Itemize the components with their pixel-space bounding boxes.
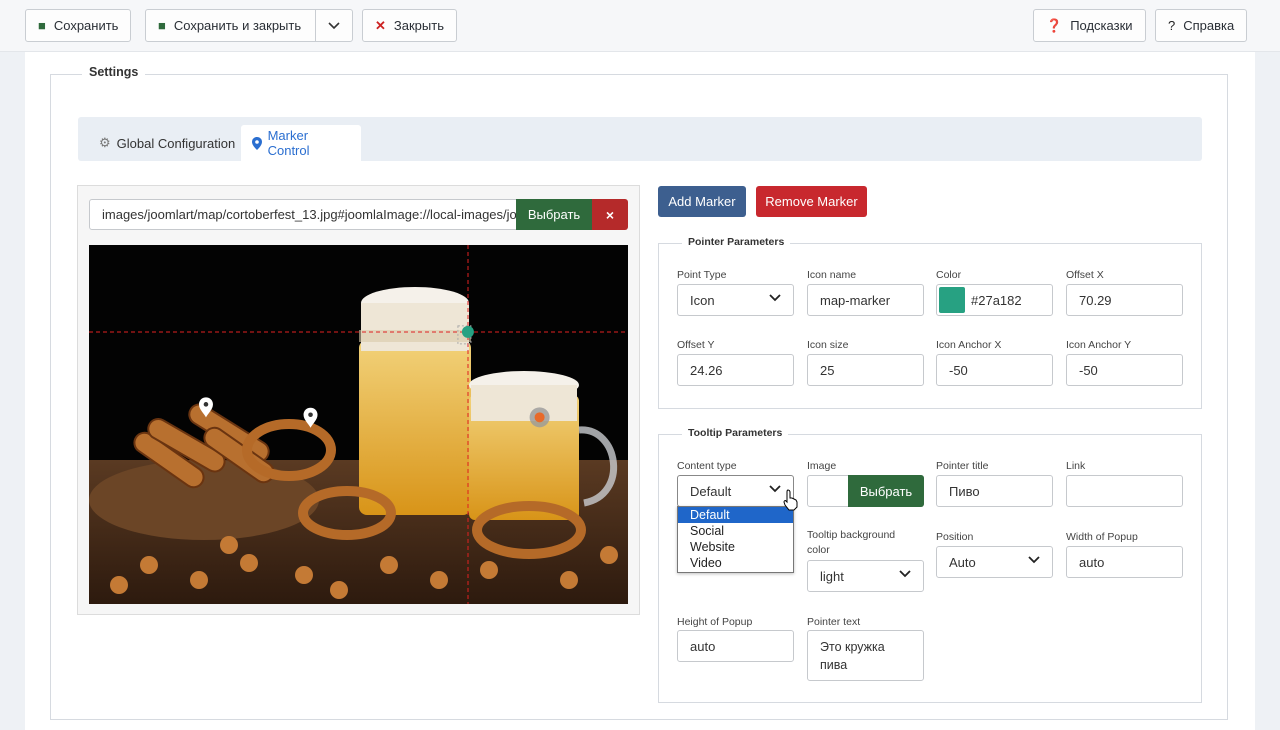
pointer-text-label: Pointer text	[807, 616, 861, 628]
chevron-down-icon	[769, 485, 781, 493]
icon-name-input[interactable]: map-marker	[807, 284, 924, 316]
tooltip-parameters-legend: Tooltip Parameters	[682, 427, 789, 439]
icon-size-label: Icon size	[807, 339, 849, 351]
save-icon: ■	[158, 18, 166, 33]
save-close-button[interactable]: ■ Сохранить и закрыть	[145, 9, 316, 42]
icon-anchor-x-label: Icon Anchor X	[936, 339, 1002, 351]
close-button[interactable]: ✕ Закрыть	[362, 9, 457, 42]
offset-y-label: Offset Y	[677, 339, 715, 351]
content-type-option[interactable]: Default	[678, 507, 793, 523]
height-of-popup-label: Height of Popup	[677, 616, 753, 628]
add-marker-button[interactable]: Add Marker	[658, 186, 746, 217]
content-type-option[interactable]: Website	[678, 539, 793, 555]
tab-global-configuration[interactable]: ⚙ Global Configuration	[88, 125, 246, 161]
remove-marker-button[interactable]: Remove Marker	[756, 186, 867, 217]
color-label: Color	[936, 269, 962, 281]
beer-photo	[89, 245, 628, 604]
save-icon: ■	[38, 18, 46, 33]
hints-button[interactable]: ❓ Подсказки	[1033, 9, 1146, 42]
tooltip-image-choose-button[interactable]: Выбрать	[848, 475, 924, 507]
color-swatch[interactable]	[939, 287, 965, 313]
clear-image-button[interactable]: ×	[592, 199, 628, 230]
icon-size-input[interactable]: 25	[807, 354, 924, 386]
pointer-title-input[interactable]: Пиво	[936, 475, 1053, 507]
choose-image-button[interactable]: Выбрать	[516, 199, 592, 230]
image-label: Image	[807, 460, 837, 472]
question-icon: ?	[1168, 18, 1176, 33]
chevron-down-icon	[328, 21, 340, 29]
point-type-label: Point Type	[677, 269, 727, 281]
offset-x-label: Offset X	[1066, 269, 1104, 281]
tooltip-bg-color-select[interactable]: light	[807, 560, 924, 592]
link-label: Link	[1066, 460, 1086, 472]
point-type-select[interactable]: Icon	[677, 284, 794, 316]
icon-anchor-x-input[interactable]: -50	[936, 354, 1053, 386]
hand-cursor-icon	[783, 489, 798, 511]
settings-legend: Settings	[82, 65, 146, 79]
width-of-popup-label: Width of Popup	[1066, 531, 1138, 543]
position-label: Position	[936, 531, 974, 543]
tooltip-bg-color-label: Tooltip background color	[807, 529, 896, 556]
content-type-option[interactable]: Social	[678, 523, 793, 539]
toolbar: ■ Сохранить ■ Сохранить и закрыть ✕ Закр…	[0, 0, 1280, 52]
height-of-popup-input[interactable]: auto	[677, 630, 794, 662]
icon-anchor-y-input[interactable]: -50	[1066, 354, 1183, 386]
save-button[interactable]: ■ Сохранить	[25, 9, 132, 42]
content-type-label: Content type	[677, 460, 737, 472]
tab-marker-control[interactable]: Marker Control	[241, 125, 361, 161]
map-image[interactable]	[89, 245, 628, 604]
content-type-option[interactable]: Video	[678, 555, 793, 571]
pointer-parameters-legend: Pointer Parameters	[682, 236, 791, 248]
tab-bar: ⚙ Global Configuration Marker Control	[78, 117, 1202, 161]
chevron-down-icon	[769, 294, 781, 302]
question-circle-icon: ❓	[1046, 17, 1063, 33]
content-type-dropdown: Default Social Website Video	[677, 506, 794, 573]
gear-icon: ⚙	[99, 135, 111, 150]
icon-anchor-y-label: Icon Anchor Y	[1066, 339, 1132, 351]
link-input[interactable]	[1066, 475, 1183, 507]
content-type-select[interactable]: Default	[677, 475, 794, 507]
position-select[interactable]: Auto	[936, 546, 1053, 578]
width-of-popup-input[interactable]: auto	[1066, 546, 1183, 578]
close-icon: ✕	[375, 17, 386, 33]
help-button[interactable]: ? Справка	[1155, 9, 1248, 42]
icon-name-label: Icon name	[807, 269, 857, 281]
chevron-down-icon	[1028, 556, 1040, 564]
pointer-text-textarea[interactable]: Это кружка пива	[807, 630, 924, 681]
offset-y-input[interactable]: 24.26	[677, 354, 794, 386]
pointer-title-label: Pointer title	[936, 460, 989, 472]
save-options-dropdown[interactable]	[315, 9, 353, 42]
map-marker-icon	[252, 136, 262, 150]
color-input[interactable]: #27a182	[936, 284, 1053, 316]
map-marker-pin[interactable]	[529, 407, 550, 428]
chevron-down-icon	[899, 570, 911, 578]
offset-x-input[interactable]: 70.29	[1066, 284, 1183, 316]
image-path-input[interactable]: images/joomlart/map/cortoberfest_13.jpg#…	[89, 199, 517, 230]
